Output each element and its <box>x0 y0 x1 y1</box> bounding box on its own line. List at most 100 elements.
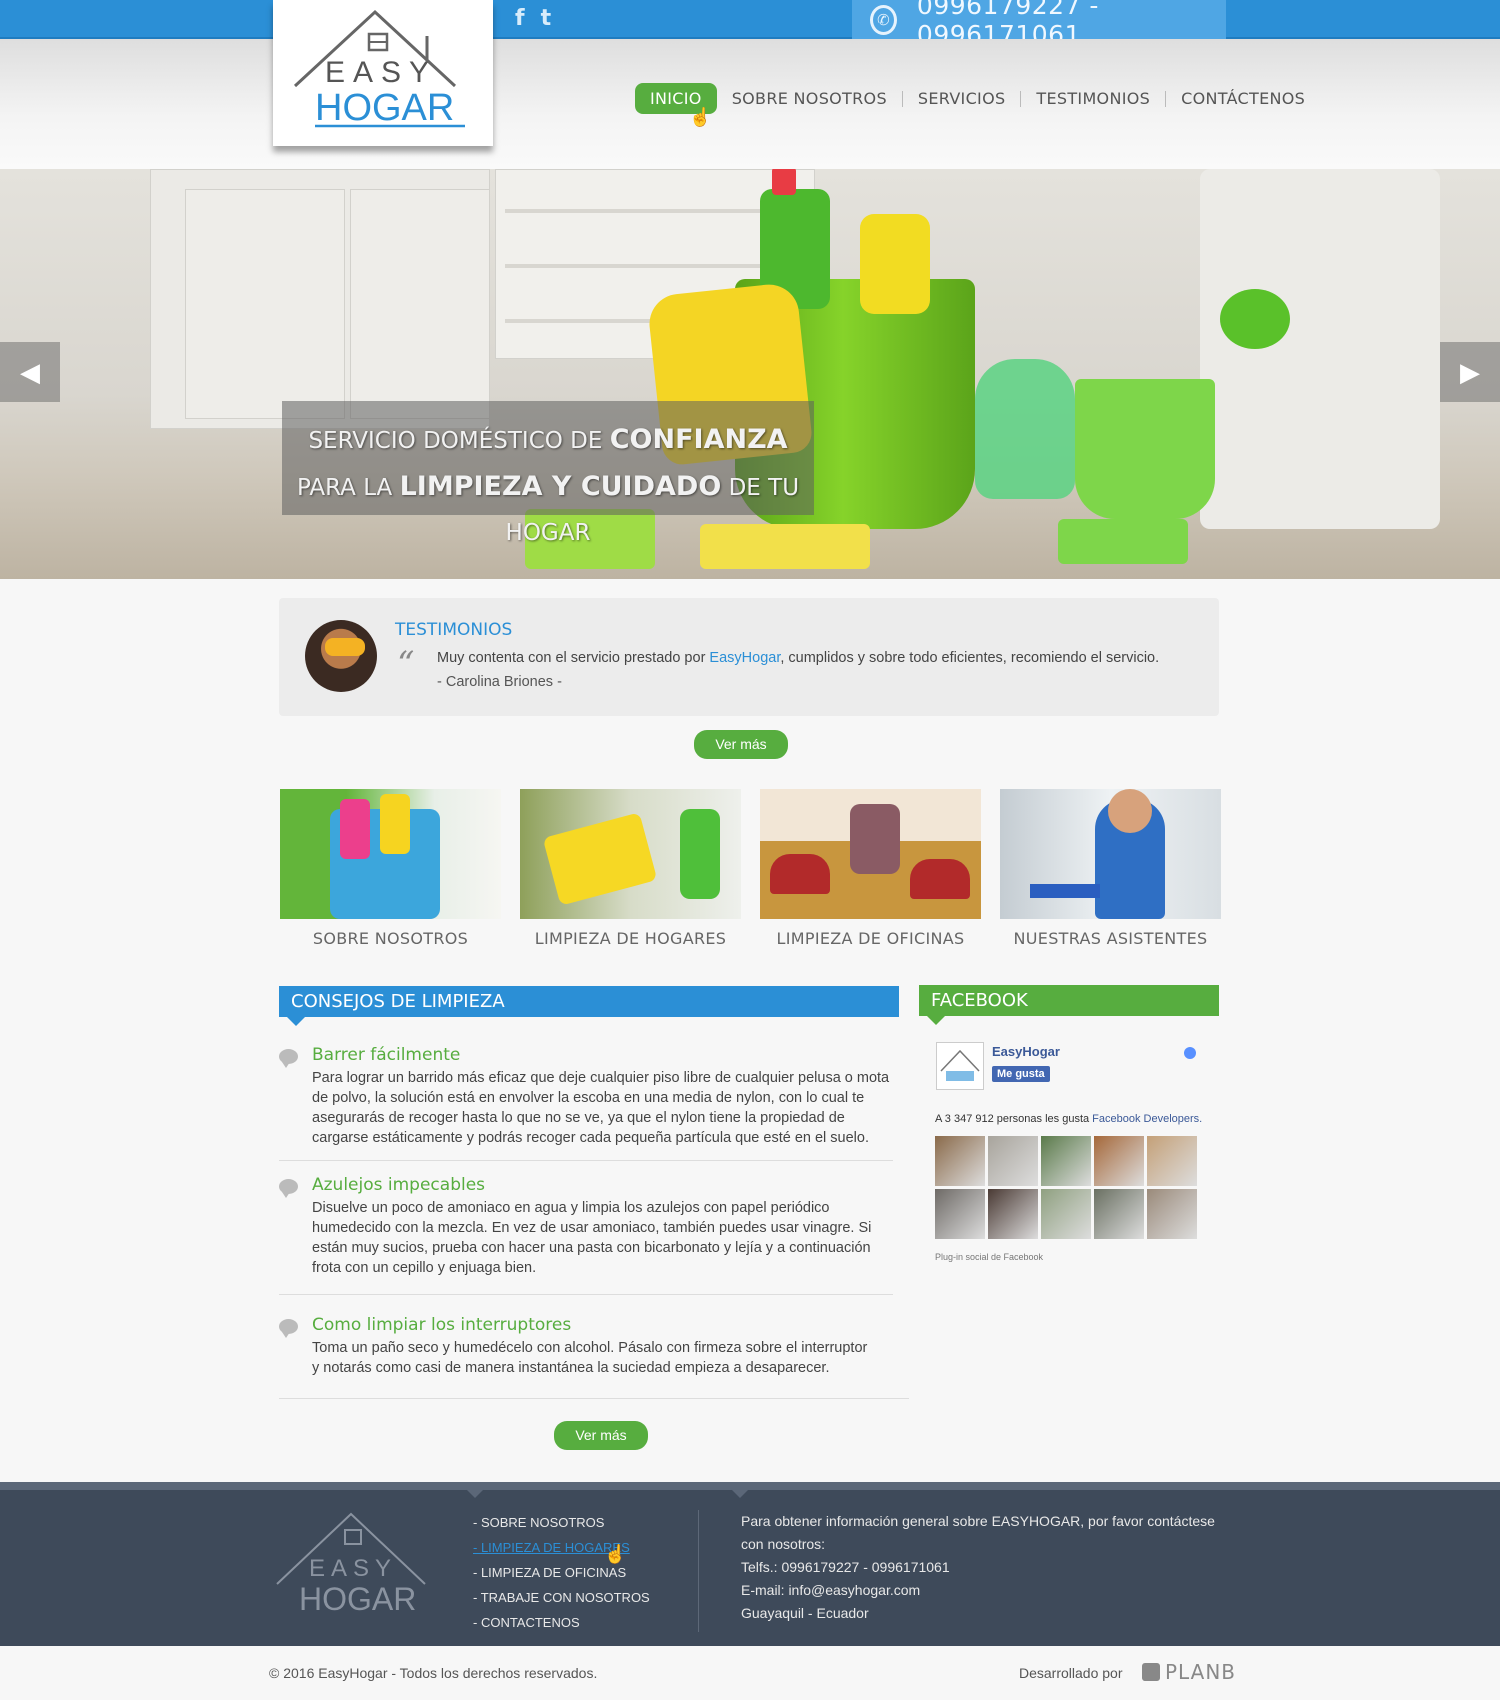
social-links: f t <box>515 6 551 32</box>
sponge <box>1058 519 1188 564</box>
facebook-title: FACEBOOK <box>919 985 1219 1025</box>
planb-text: PLANB <box>1165 1660 1237 1684</box>
facebook-page-name[interactable]: EasyHogar <box>992 1044 1060 1059</box>
quote-icon: “ <box>397 644 415 684</box>
green-cup <box>1075 379 1215 519</box>
tips-more-button[interactable]: Ver más <box>554 1421 648 1450</box>
footer-location: Guayaquil - Ecuador <box>741 1605 869 1621</box>
logo-text-hogar: HOGAR <box>315 87 454 129</box>
facebook-fan-avatar[interactable] <box>1147 1189 1197 1239</box>
twitter-icon[interactable]: t <box>541 6 552 32</box>
facebook-developers-link[interactable]: Facebook Developers. <box>1092 1113 1202 1125</box>
pointer-cursor-icon: ☝ <box>604 1544 627 1564</box>
house-logo-icon: EASY HOGAR <box>293 9 465 129</box>
cloth-shape <box>542 812 658 906</box>
tip-item: Como limpiar los interruptores Toma un p… <box>279 1315 909 1399</box>
pointer-cursor-icon: ☝ <box>689 107 712 127</box>
card-label: SOBRE NOSOTROS <box>312 929 469 948</box>
house-logo-icon <box>940 1049 980 1081</box>
worker-shape <box>850 804 900 874</box>
easyhogar-link[interactable]: EasyHogar <box>709 650 780 666</box>
comment-icon <box>279 1179 298 1198</box>
verified-icon <box>1184 1047 1196 1059</box>
facebook-plugin-label[interactable]: Plug-in social de Facebook <box>935 1252 1043 1262</box>
footer-logo-easy: EASY <box>309 1555 397 1582</box>
top-bar: f t ✆ 0996179227 - 0996171061 <box>0 0 1500 49</box>
copyright: © 2016 EasyHogar - Todos los derechos re… <box>269 1665 598 1681</box>
card-image <box>1000 789 1221 919</box>
card-limpieza-hogares[interactable]: LIMPIEZA DE HOGARES <box>520 789 741 948</box>
chair <box>1200 169 1440 529</box>
facebook-like-button[interactable]: Me gusta <box>992 1066 1050 1082</box>
footer-link-sobre-nosotros[interactable]: - SOBRE NOSOTROS <box>473 1510 650 1535</box>
facebook-faces-grid <box>935 1136 1197 1239</box>
chair-shape <box>910 859 970 899</box>
testimonial-title: TESTIMONIOS <box>395 620 513 640</box>
card-sobre-nosotros[interactable]: SOBRE NOSOTROS <box>280 789 501 948</box>
facebook-fan-avatar[interactable] <box>988 1189 1038 1239</box>
slider-prev-arrow-icon[interactable]: ◀ <box>0 342 60 402</box>
hero-slider: SERVICIO DOMÉSTICO DE CONFIANZA PARA LA … <box>0 169 1500 579</box>
facebook-fan-avatar[interactable] <box>1094 1136 1144 1186</box>
whatsapp-icon: ✆ <box>870 4 897 35</box>
card-nuestras-asistentes[interactable]: NUESTRAS ASISTENTES <box>1000 789 1221 948</box>
site-logo[interactable]: EASY HOGAR <box>273 0 493 146</box>
worker-face-shape <box>1108 789 1152 833</box>
card-label: NUESTRAS ASISTENTES <box>1013 929 1208 948</box>
footer: EASY HOGAR - SOBRE NOSOTROS - LIMPIEZA D… <box>0 1482 1500 1646</box>
facebook-icon[interactable]: f <box>515 6 525 32</box>
hero-caption: SERVICIO DOMÉSTICO DE CONFIANZA PARA LA … <box>282 401 814 546</box>
facebook-fan-avatar[interactable] <box>1094 1189 1144 1239</box>
footer-info-line: con nosotros: <box>741 1536 826 1552</box>
tip-text: Para lograr un barrido más eficaz que de… <box>312 1070 890 1146</box>
footer-phones: Telfs.: 0996179227 - 0996171061 <box>741 1559 950 1575</box>
footer-divider <box>698 1510 699 1632</box>
footer-email[interactable]: E-mail: info@easyhogar.com <box>741 1579 1221 1602</box>
facebook-fan-avatar[interactable] <box>1147 1136 1197 1186</box>
bottle-shape <box>380 794 410 854</box>
card-image <box>760 789 981 919</box>
developed-by: Desarrollado por <box>1019 1665 1123 1681</box>
spray-shape <box>680 809 720 899</box>
logo-text-easy: EASY <box>325 56 437 89</box>
cabinet-door <box>185 189 345 419</box>
avatar-glasses <box>325 638 365 656</box>
tip-title[interactable]: Barrer fácilmente <box>312 1045 893 1065</box>
tip-item: Barrer fácilmente Para lograr un barrido… <box>279 1045 893 1161</box>
footer-notch <box>731 1489 749 1498</box>
facebook-fan-avatar[interactable] <box>1041 1136 1091 1186</box>
facebook-fan-avatar[interactable] <box>1041 1189 1091 1239</box>
facebook-fan-avatar[interactable] <box>935 1189 985 1239</box>
card-limpieza-oficinas[interactable]: LIMPIEZA DE OFICINAS <box>760 789 981 948</box>
facebook-fan-avatar[interactable] <box>935 1136 985 1186</box>
footer-logo-hogar: HOGAR <box>299 1581 416 1617</box>
brush-head <box>1220 289 1290 349</box>
testimonials-more-button[interactable]: Ver más <box>694 730 788 759</box>
tip-text: Disuelve un poco de amoniaco en agua y l… <box>312 1200 872 1276</box>
footer-link-contactenos[interactable]: - CONTACTENOS <box>473 1610 650 1635</box>
cabinet-door <box>350 189 490 419</box>
nav-contactenos[interactable]: CONTÁCTENOS <box>1166 83 1320 114</box>
chair-shape <box>770 854 830 894</box>
footer-info-line: Para obtener información general sobre E… <box>741 1513 1215 1529</box>
main-nav: INICIO SOBRE NOSOTROS SERVICIOS TESTIMON… <box>635 83 1320 114</box>
tip-title[interactable]: Azulejos impecables <box>312 1175 893 1195</box>
footer-links: - SOBRE NOSOTROS - LIMPIEZA DE HOGARES -… <box>473 1510 650 1635</box>
card-label: LIMPIEZA DE HOGARES <box>534 929 727 948</box>
facebook-fan-avatar[interactable] <box>988 1136 1038 1186</box>
footer-notch <box>466 1489 484 1498</box>
header: INICIO SOBRE NOSOTROS SERVICIOS TESTIMON… <box>0 39 1500 169</box>
nav-testimonios[interactable]: TESTIMONIOS <box>1021 83 1165 114</box>
footer-link-trabaje[interactable]: - TRABAJE CON NOSOTROS <box>473 1585 650 1610</box>
slider-next-arrow-icon[interactable]: ▶ <box>1440 342 1500 402</box>
facebook-widget: EasyHogar Me gusta A 3 347 912 personas … <box>934 1042 1222 1262</box>
facebook-like-count: A 3 347 912 personas les gusta Facebook … <box>935 1113 1203 1125</box>
nav-sobre-nosotros[interactable]: SOBRE NOSOTROS <box>717 83 902 114</box>
card-label: LIMPIEZA DE OFICINAS <box>776 929 965 948</box>
hero-line-2: PARA LA LIMPIEZA Y CUIDADO DE TU HOGAR <box>296 471 800 546</box>
nav-servicios[interactable]: SERVICIOS <box>903 83 1021 114</box>
tip-title[interactable]: Como limpiar los interruptores <box>312 1315 909 1335</box>
hero-line-1: SERVICIO DOMÉSTICO DE CONFIANZA <box>308 424 788 455</box>
facebook-page-logo[interactable] <box>936 1042 984 1090</box>
planb-logo[interactable]: PLANB <box>1142 1660 1236 1684</box>
